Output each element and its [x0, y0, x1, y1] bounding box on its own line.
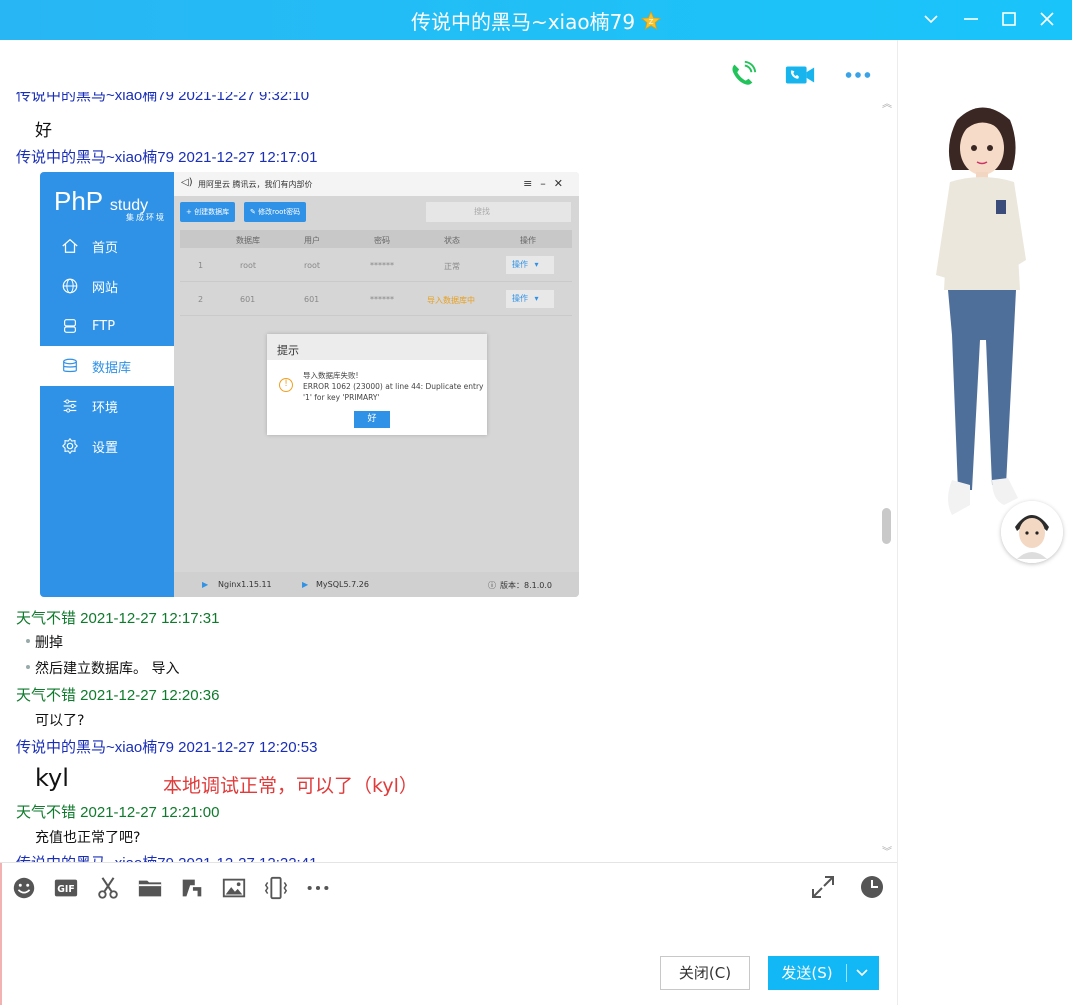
dialog-title: 提示 [267, 334, 487, 360]
message-header: 天气不错 2021-12-27 12:20:36 [16, 687, 220, 704]
nav-item-settings: 设置 [40, 426, 174, 466]
input-divider [0, 862, 897, 863]
scissors-icon[interactable] [94, 874, 122, 902]
nav-item-home: 首页 [40, 226, 174, 266]
svg-text:Z: Z [649, 18, 654, 26]
vip-star-icon: Z [641, 10, 662, 31]
close-button[interactable]: 关闭(C) [660, 956, 750, 990]
home-icon [60, 236, 80, 256]
message-text: kyl [35, 764, 69, 792]
message-header: 传说中的黑马~xiao楠79 2021-12-27 12:20:53 [16, 739, 318, 756]
history-icon[interactable] [858, 873, 886, 905]
folder-icon[interactable] [136, 874, 164, 902]
scroll-up-icon[interactable]: ︽ [881, 100, 893, 110]
message-header: 传说中的黑马~xiao楠79 2021-12-27 9:32:10 [16, 92, 310, 104]
close-icon[interactable] [1036, 8, 1058, 30]
avatar-panel [897, 40, 1072, 1005]
message-header: 传说中的黑马~xiao楠79 2021-12-27 12:17:01 [16, 149, 318, 166]
title-bar[interactable]: 传说中的黑马~xiao楠79 Z [0, 0, 1072, 40]
sliders-icon [60, 396, 80, 416]
dialog-ok-button: 好 [354, 411, 390, 428]
gif-icon[interactable]: GIF [52, 874, 80, 902]
avatar-figure[interactable] [922, 100, 1042, 520]
emoji-icon[interactable] [10, 874, 38, 902]
more-icon[interactable] [304, 874, 332, 902]
video-call-icon[interactable] [783, 58, 817, 92]
info-icon: ⓘ [488, 581, 496, 590]
dialog-message: 导入数据库失败! ERROR 1062 (23000) at line 44: … [303, 371, 484, 402]
server-icon [60, 316, 80, 336]
list-bullet [26, 665, 30, 669]
phpstudy-statusbar: ▶ Nginx1.15.11 ▶ MySQL5.7.26 ⓘ 版本：8.1.0.… [174, 572, 579, 597]
send-button-divider [846, 964, 847, 982]
message-text: 删掉 [35, 635, 63, 651]
phpstudy-window-controls: ≡–✕ [523, 177, 571, 190]
more-icon[interactable] [841, 58, 875, 92]
table-row: 2 601 601 ****** 导入数据库中 操作 ▾ [180, 282, 572, 316]
error-dialog: 提示 ! 导入数据库失败! ERROR 1062 (23000) at line… [267, 334, 487, 435]
message-text: 好 [35, 121, 52, 141]
row-op-button: 操作 ▾ [506, 256, 554, 274]
maximize-icon[interactable] [998, 8, 1020, 30]
window-title: 传说中的黑马~xiao楠79 [410, 10, 636, 34]
nav-item-database: 数据库 [40, 346, 174, 386]
chevron-down-icon[interactable] [920, 8, 942, 30]
table-row: 1 root root ****** 正常 操作 ▾ [180, 248, 572, 282]
expand-icon[interactable] [809, 873, 837, 905]
change-root-pwd-button: ✎ 修改root密码 [244, 202, 307, 222]
send-button-label[interactable]: 发送(S) [768, 956, 846, 990]
scroll-down-icon[interactable]: ︾ [881, 848, 893, 858]
table-header: 数据库 用户 密码 状态 操作 [180, 230, 572, 248]
gear-icon [60, 436, 80, 456]
send-button[interactable]: 发送(S) [768, 956, 879, 990]
input-toolbar: GIF [10, 873, 332, 903]
scroll-thumb[interactable] [882, 508, 891, 544]
message-text: 然后建立数据库。 导入 [35, 661, 180, 677]
chevron-down-icon[interactable] [854, 966, 870, 980]
message-image[interactable]: PhP study 集成环境 首页 网站 FTP 数据库 环境 设置 ◁) 用阿… [40, 172, 579, 597]
nav-item-ftp: FTP [40, 306, 174, 346]
chat-scrollbar[interactable]: ︽ ︾ [881, 100, 893, 860]
row-op-button: 操作 ▾ [506, 290, 554, 308]
minimize-icon[interactable] [960, 8, 982, 30]
database-icon [60, 356, 80, 376]
play-icon: ▶ [302, 580, 309, 589]
nav-item-environment: 环境 [40, 386, 174, 426]
message-header: 天气不错 2021-12-27 12:21:00 [16, 804, 220, 821]
create-db-button: + 创建数据库 [180, 202, 236, 222]
translate-icon[interactable] [178, 874, 206, 902]
chat-toolbar [725, 58, 875, 92]
list-bullet [26, 639, 30, 643]
topbar-text: 用阿里云 腾讯云，我们有内部价 [198, 180, 313, 189]
window-title-wrap: 传说中的黑马~xiao楠79 Z [0, 6, 1072, 35]
avatar[interactable] [1001, 501, 1063, 563]
globe-icon [60, 276, 80, 296]
svg-text:GIF: GIF [57, 884, 74, 895]
warning-icon: ! [279, 378, 293, 392]
message-text: 可以了? [35, 713, 85, 729]
chat-window: 传说中的黑马~xiao楠79 Z 传说中的黑马~xiao楠79 2021-12-… [0, 0, 1072, 1005]
message-list[interactable]: 传说中的黑马~xiao楠79 2021-12-27 9:32:10 好 传说中的… [0, 92, 880, 862]
phpstudy-logo: PhP study 集成环境 [54, 186, 166, 222]
phpstudy-db-table: 数据库 用户 密码 状态 操作 1 root root ****** 正常 操作… [180, 230, 572, 316]
play-icon: ▶ [202, 580, 209, 589]
phpstudy-topbar: ◁) 用阿里云 腾讯云，我们有内部价 ≡–✕ [174, 172, 579, 196]
chat-panel: 传说中的黑马~xiao楠79 2021-12-27 9:32:10 好 传说中的… [0, 40, 897, 862]
message-header: 天气不错 2021-12-27 12:17:31 [16, 610, 220, 627]
red-annotation: 本地调试正常，可以了（kyl） [163, 775, 418, 797]
shake-icon[interactable] [262, 874, 290, 902]
message-text: 充值也正常了吧? [35, 830, 141, 846]
voice-call-icon[interactable] [725, 58, 759, 92]
message-header: 传说中的黑马~xiao楠79 2021-12-27 12:22:41 [16, 852, 317, 862]
image-icon[interactable] [220, 874, 248, 902]
speaker-icon: ◁) [181, 177, 193, 188]
phpstudy-sidebar: PhP study 集成环境 首页 网站 FTP 数据库 环境 设置 [40, 172, 174, 597]
nav-item-website: 网站 [40, 266, 174, 306]
phpstudy-search: 搜找 [426, 202, 571, 222]
phpstudy-nav: 首页 网站 FTP 数据库 环境 设置 [40, 226, 174, 466]
